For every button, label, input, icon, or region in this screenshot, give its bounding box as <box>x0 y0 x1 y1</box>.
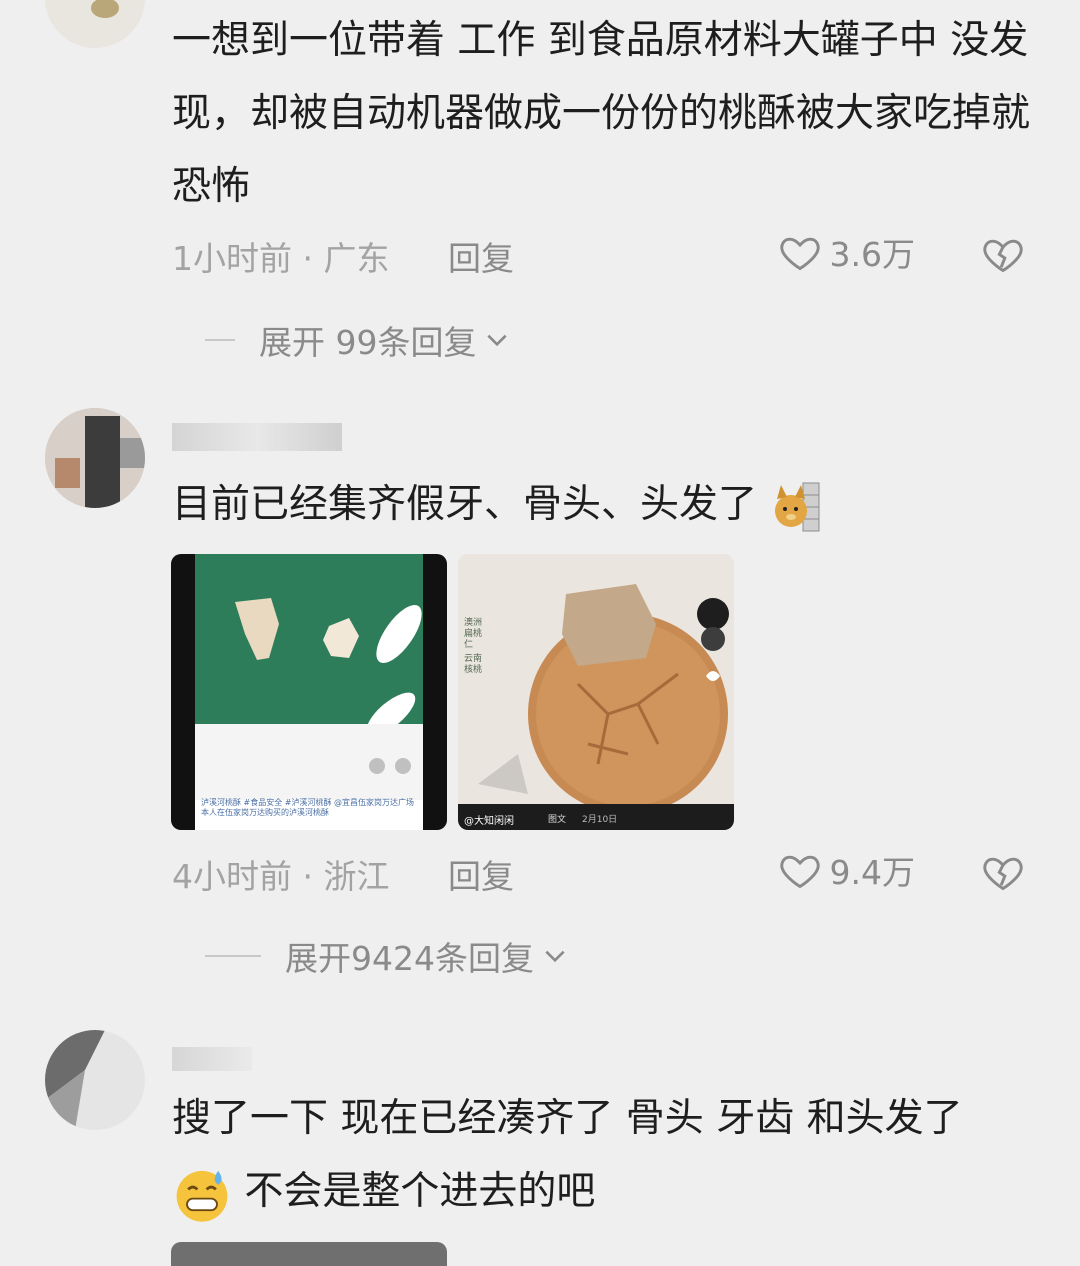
heart-icon <box>779 855 820 889</box>
comment-time: 1小时前 <box>172 239 292 278</box>
expand-replies-button[interactable]: 展开 99条回复 <box>205 316 510 364</box>
comment-text: 一想到一位带着 工作 到食品原材料大罐子中 没发现，却被自动机器做成一份份的桃酥… <box>172 18 1031 209</box>
comment-time: 4小时前 <box>172 857 292 896</box>
video-tag: 图文 <box>548 815 567 825</box>
chevron-down-icon <box>487 334 508 347</box>
avatar[interactable] <box>45 0 145 48</box>
broken-heart-icon[interactable] <box>981 850 1025 894</box>
comment-image-2[interactable]: 澳洲扁桃仁 云南核桃 @大知闲闲 图文 2月10日 <box>458 554 734 830</box>
video-user-tag: @大知闲闲 <box>464 816 514 827</box>
comment-location: 广东 <box>323 239 390 278</box>
dog-emoji-icon <box>775 482 820 531</box>
separator: · <box>302 239 324 278</box>
reply-button[interactable]: 回复 <box>448 857 514 896</box>
like-count: 9.4万 <box>829 853 915 892</box>
comment-image-1[interactable]: 泸溪河桃酥 #食品安全 #泸溪河桃酥 @宜昌伍家岗万达广场 本人在伍家岗万达购买… <box>171 554 447 830</box>
expand-label: 展开 99条回复 <box>259 323 477 362</box>
expand-label: 展开9424条回复 <box>285 939 534 978</box>
grinning-sweat-emoji-icon <box>176 1170 228 1222</box>
avatar[interactable] <box>45 1030 145 1130</box>
comment-meta: 1小时前 · 广东 回复 <box>172 232 514 280</box>
image-caption: 泸溪河桃酥 #食品安全 #泸溪河桃酥 @宜昌伍家岗万达广场 本人在伍家岗万达购买… <box>201 798 415 817</box>
comment-text-line-2: 不会是整个进去的吧 <box>172 1155 1032 1228</box>
comment-text: 目前已经集齐假牙、骨头、头发了 <box>172 468 1032 541</box>
side-text-1: 澳洲扁桃仁 <box>464 618 483 650</box>
comment-text-content: 目前已经集齐假牙、骨头、头发了 <box>172 482 758 527</box>
like-button[interactable]: 9.4万 <box>778 846 915 894</box>
avatar[interactable] <box>45 408 145 508</box>
chevron-down-icon <box>545 950 565 963</box>
comment-text-content: 不会是整个进去的吧 <box>244 1169 596 1214</box>
broken-heart-icon[interactable] <box>981 232 1025 276</box>
comment-text-line-1: 搜了一下 现在已经凑齐了 骨头 牙齿 和头发了 <box>172 1096 963 1141</box>
username[interactable] <box>172 1040 252 1080</box>
comment-meta: 4小时前 · 浙江 回复 <box>172 850 514 898</box>
side-text-2: 云南核桃 <box>464 654 483 675</box>
separator: · <box>302 857 324 896</box>
expand-replies-button[interactable]: 展开9424条回复 <box>205 932 568 980</box>
comment-location: 浙江 <box>323 857 390 896</box>
video-date: 2月10日 <box>582 815 618 825</box>
like-count: 3.6万 <box>829 235 915 274</box>
heart-icon <box>779 237 820 271</box>
reply-button[interactable]: 回复 <box>448 239 514 278</box>
username[interactable] <box>172 420 342 460</box>
divider <box>205 339 235 341</box>
like-button[interactable]: 3.6万 <box>778 228 915 276</box>
divider <box>205 955 261 957</box>
comment-image-partial[interactable] <box>171 1242 447 1266</box>
